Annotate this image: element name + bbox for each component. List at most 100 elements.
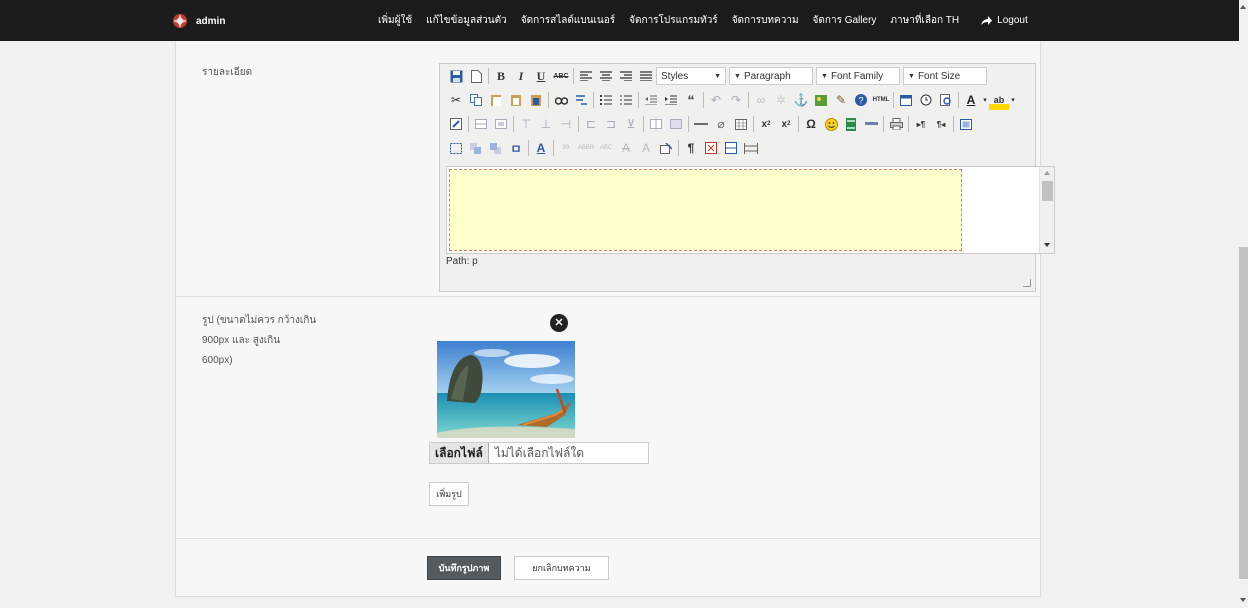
nav-manage-articles[interactable]: จัดการบทความ [725, 13, 806, 28]
editor-scroll-down-icon[interactable] [1044, 243, 1050, 247]
blockquote-icon[interactable]: “ [681, 90, 701, 110]
nonbreaking-icon[interactable] [741, 138, 761, 158]
insert-image-icon[interactable] [811, 90, 831, 110]
bold-icon[interactable]: B [491, 66, 511, 86]
delete-col-icon[interactable]: ⊻ [621, 114, 641, 134]
time-icon[interactable] [916, 90, 936, 110]
strikethrough-icon[interactable]: ABC [551, 66, 571, 86]
image-file-input[interactable]: เลือกไฟล์ ไม่ได้เลือกไฟล์ใด [429, 442, 649, 464]
insert-col-before-icon[interactable]: ⊏ [581, 114, 601, 134]
editor-paragraph-block[interactable] [449, 169, 962, 251]
scrollbar-thumb[interactable] [1239, 247, 1248, 579]
fullscreen-icon[interactable] [956, 114, 976, 134]
anchor-icon[interactable]: ⚓ [791, 90, 811, 110]
subscript-icon[interactable]: x2 [756, 114, 776, 134]
outdent-icon[interactable] [641, 90, 661, 110]
cleanup-icon[interactable]: ✎ [831, 90, 851, 110]
media-icon[interactable] [841, 114, 861, 134]
help-icon[interactable]: ? [851, 90, 871, 110]
save-icon[interactable] [446, 66, 466, 86]
link-icon[interactable]: ∞ [751, 90, 771, 110]
nav-manage-slide-banner[interactable]: จัดการสไลด์แบนเนอร์ [514, 13, 622, 28]
font-size-select[interactable]: ▼ Font Size [903, 67, 987, 85]
abbreviation-icon[interactable]: ABBR [576, 138, 596, 158]
unlink-icon[interactable]: ✲ [771, 90, 791, 110]
scroll-up-arrow-icon[interactable] [1240, 5, 1246, 9]
logout-link[interactable]: Logout [974, 15, 1035, 26]
citation-icon[interactable]: 99 [556, 138, 576, 158]
visual-aid-icon[interactable] [731, 114, 751, 134]
show-blocks-icon[interactable]: ¶ [681, 138, 701, 158]
highlight-color-dropdown-icon[interactable]: ▾ [1009, 90, 1017, 110]
nav-edit-profile[interactable]: แก้ไขข้อมูลส่วนตัว [419, 13, 514, 28]
preview-icon[interactable] [936, 90, 956, 110]
brand[interactable]: admin [172, 13, 225, 29]
print-icon[interactable] [886, 114, 906, 134]
attributes-icon[interactable] [656, 138, 676, 158]
format-select[interactable]: ▼ Paragraph [729, 67, 813, 85]
nav-add-user[interactable]: เพิ่มผู้ใช้ [371, 13, 419, 28]
align-center-icon[interactable] [596, 66, 616, 86]
edit-table-icon[interactable] [446, 114, 466, 134]
acronym-icon[interactable]: ABC [596, 138, 616, 158]
text-color-dropdown-icon[interactable]: ▾ [981, 90, 989, 110]
align-right-icon[interactable] [616, 66, 636, 86]
scroll-down-arrow-icon[interactable] [1240, 598, 1246, 602]
add-image-button[interactable]: เพิ่มรูป [429, 482, 469, 506]
editor-scrollbar[interactable] [1039, 167, 1054, 253]
page-scrollbar[interactable] [1239, 0, 1248, 608]
split-cells-icon[interactable] [646, 114, 666, 134]
absolute-position-icon[interactable]: ㅁ [506, 138, 526, 158]
nav-manage-gallery[interactable]: จัดการ Gallery [806, 13, 884, 28]
insert-col-after-icon[interactable]: ⊐ [601, 114, 621, 134]
align-justify-icon[interactable] [636, 66, 656, 86]
find-icon[interactable] [551, 90, 571, 110]
insert-row-after-icon[interactable]: ⊥ [536, 114, 556, 134]
styles-select[interactable]: Styles ▼ [656, 67, 726, 85]
style-props-icon[interactable]: A [531, 138, 551, 158]
text-color-icon[interactable]: A [961, 90, 981, 110]
copy-icon[interactable] [466, 90, 486, 110]
font-family-select[interactable]: ▼ Font Family [816, 67, 900, 85]
horizontal-rule-icon[interactable] [691, 114, 711, 134]
italic-icon[interactable]: I [511, 66, 531, 86]
rtl-icon[interactable]: ¶◂ [931, 114, 951, 134]
align-left-icon[interactable] [576, 66, 596, 86]
merge-cells-icon[interactable] [666, 114, 686, 134]
table-row-props-icon[interactable] [471, 114, 491, 134]
insertion-icon[interactable]: A [636, 138, 656, 158]
undo-icon[interactable]: ↶ [706, 90, 726, 110]
redo-icon[interactable]: ↷ [726, 90, 746, 110]
bullet-list-icon[interactable] [596, 90, 616, 110]
deletion-icon[interactable]: A [616, 138, 636, 158]
paste-icon[interactable] [486, 90, 506, 110]
nav-manage-tour-program[interactable]: จัดการโปรแกรมทัวร์ [622, 13, 725, 28]
save-image-button[interactable]: บันทึกรูปภาพ [427, 556, 501, 580]
emoticon-icon[interactable] [821, 114, 841, 134]
special-char-icon[interactable]: Ω [801, 114, 821, 134]
replace-icon[interactable] [571, 90, 591, 110]
ltr-icon[interactable]: ▸¶ [911, 114, 931, 134]
nav-language-selector[interactable]: ภาษาที่เลือก TH [883, 13, 966, 28]
move-backward-icon[interactable] [486, 138, 506, 158]
editor-scroll-thumb[interactable] [1042, 181, 1053, 201]
underline-icon[interactable]: U [531, 66, 551, 86]
delete-row-icon[interactable]: ⊣ [556, 114, 576, 134]
remove-image-close-icon[interactable]: ✕ [550, 314, 568, 332]
insert-layer-icon[interactable] [446, 138, 466, 158]
paste-text-icon[interactable] [506, 90, 526, 110]
date-icon[interactable] [896, 90, 916, 110]
new-document-icon[interactable] [466, 66, 486, 86]
numbered-list-icon[interactable] [616, 90, 636, 110]
editor-scroll-up-icon[interactable] [1044, 171, 1050, 175]
html-source-icon[interactable]: HTML [871, 90, 891, 110]
table-cell-props-icon[interactable] [491, 114, 511, 134]
editor-content-area[interactable] [446, 166, 1055, 254]
insert-row-before-icon[interactable]: ⊤ [516, 114, 536, 134]
editor-resize-grip-icon[interactable] [1023, 279, 1031, 287]
paste-word-icon[interactable] [526, 90, 546, 110]
page-break-icon[interactable] [721, 138, 741, 158]
highlight-color-icon[interactable]: ab [989, 90, 1009, 110]
advanced-hr-icon[interactable] [861, 114, 881, 134]
cancel-article-button[interactable]: ยกเลิกบทความ [514, 556, 609, 580]
